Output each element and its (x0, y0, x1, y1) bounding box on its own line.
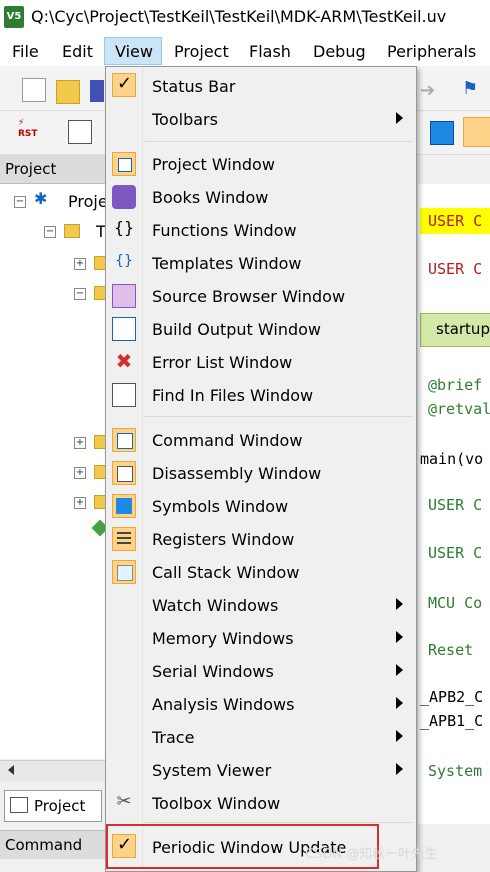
workspace-icon: ✱ (34, 189, 48, 208)
disassembly-icon (112, 461, 136, 485)
menu-item-label: Command Window (152, 431, 303, 450)
menu-item-label: Serial Windows (152, 662, 274, 681)
tree-expand-toggle[interactable]: + (74, 497, 86, 509)
code-line: @brief (428, 376, 483, 394)
menu-debug[interactable]: Debug (313, 42, 366, 61)
submenu-arrow-icon (396, 664, 403, 676)
tree-collapse-toggle[interactable]: − (44, 226, 56, 238)
target-folder-icon (64, 224, 80, 238)
code-line: _APB2_C (420, 688, 484, 706)
menu-peripherals[interactable]: Peripherals (387, 42, 476, 61)
menu-item-label: Call Stack Window (152, 563, 300, 582)
bookmark-flag-icon[interactable]: ⚑ (462, 78, 484, 100)
code-line: USER C (428, 544, 483, 562)
project-tab-icon (10, 797, 28, 813)
menu-item-label: Books Window (152, 188, 269, 207)
project-tab-label: Project (34, 797, 86, 815)
code-line: main(vo (420, 450, 484, 468)
submenu-arrow-icon (396, 730, 403, 742)
code-line: MCU Co (428, 594, 483, 612)
menu-item-label: Trace (152, 728, 195, 747)
new-file-icon[interactable] (22, 78, 46, 102)
scroll-left-icon[interactable] (8, 765, 14, 775)
menu-separator (145, 822, 413, 823)
editor-tab-label: startup (436, 320, 490, 338)
menu-separator (145, 416, 413, 417)
tree-collapse-toggle[interactable]: − (74, 288, 86, 300)
code-line: USER C (428, 496, 483, 514)
menu-item-label: Project Window (152, 155, 275, 174)
symbols-icon (112, 494, 136, 518)
tree-root-label[interactable]: Proje (68, 192, 108, 211)
open-folder-icon[interactable] (56, 80, 80, 104)
submenu-arrow-icon (396, 598, 403, 610)
symbols-toolbar-icon[interactable] (430, 121, 454, 145)
project-window-icon (112, 152, 136, 176)
submenu-arrow-icon (396, 697, 403, 709)
tree-expand-toggle[interactable]: + (74, 437, 86, 449)
call-stack-icon (112, 560, 136, 584)
project-tree (0, 184, 108, 759)
code-line: Reset (428, 641, 474, 659)
menu-item-label: Error List Window (152, 353, 293, 372)
menu-project[interactable]: Project (174, 42, 229, 61)
tree-expand-toggle[interactable]: + (74, 467, 86, 479)
nav-forward-icon[interactable]: ➔ (420, 80, 442, 102)
menu-item-label: Analysis Windows (152, 695, 295, 714)
code-line: USER C (428, 212, 483, 230)
menu-separator (145, 141, 413, 142)
menu-item-label: Source Browser Window (152, 287, 346, 306)
templates-icon: {} (115, 253, 133, 269)
tree-expand-toggle[interactable]: + (74, 258, 86, 270)
error-list-icon: ✖ (115, 349, 133, 373)
menu-item-label: System Viewer (152, 761, 272, 780)
menu-item-label: Find In Files Window (152, 386, 314, 405)
menu-item-label: Build Output Window (152, 320, 321, 339)
disassembly-toolbar-icon[interactable] (68, 120, 92, 144)
toolbox-icon: ✂ (116, 791, 132, 812)
keil-app-icon: V5 (4, 6, 24, 28)
find-in-files-icon (112, 383, 136, 407)
command-window-icon (112, 428, 136, 452)
menu-file[interactable]: File (12, 42, 39, 61)
tree-collapse-toggle[interactable]: − (14, 196, 26, 208)
menu-item-label: Symbols Window (152, 497, 289, 516)
submenu-arrow-icon (396, 763, 403, 775)
menu-item-label: Status Bar (152, 77, 236, 96)
submenu-arrow-icon (396, 112, 403, 124)
code-line: _APB1_C (420, 712, 484, 730)
functions-icon: {} (113, 218, 135, 237)
submenu-arrow-icon (396, 631, 403, 643)
command-pane-title: Command (5, 836, 83, 854)
build-output-icon (112, 317, 136, 341)
project-pane-title: Project (5, 160, 57, 178)
code-line: USER C (428, 260, 483, 278)
menu-item-label: Templates Window (152, 254, 302, 273)
window-title: Q:\Cyc\Project\TestKeil\TestKeil\MDK-ARM… (31, 7, 447, 26)
menu-item-label: Memory Windows (152, 629, 294, 648)
menu-item-label: Registers Window (152, 530, 295, 549)
horizontal-scrollbar[interactable] (0, 760, 108, 781)
save-icon[interactable] (90, 80, 104, 102)
reset-icon[interactable]: ⚡ RST (18, 118, 40, 140)
menu-item-label: Toolbox Window (152, 794, 281, 813)
menu-flash[interactable]: Flash (249, 42, 291, 61)
registers-toolbar-icon[interactable] (463, 117, 490, 147)
source-browser-icon (112, 284, 136, 308)
code-line: @retval (428, 400, 490, 418)
menu-item-label: Disassembly Window (152, 464, 322, 483)
menu-item-label: Functions Window (152, 221, 297, 240)
registers-icon (112, 527, 136, 551)
menu-edit[interactable]: Edit (62, 42, 93, 61)
code-line: System (428, 762, 483, 780)
watermark: CSDN @知秋一叶先生 (305, 847, 438, 862)
menu-view[interactable]: View (115, 42, 153, 61)
menu-item-label: Watch Windows (152, 596, 279, 615)
menu-item-label: Toolbars (152, 110, 218, 129)
books-icon (112, 185, 136, 209)
